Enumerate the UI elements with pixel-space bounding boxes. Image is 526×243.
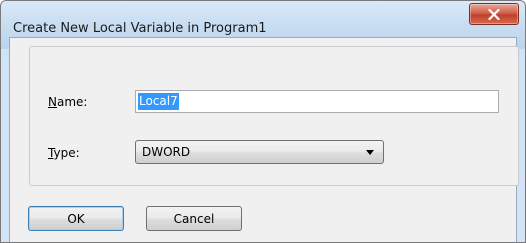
close-icon bbox=[488, 8, 500, 20]
dialog-window: Create New Local Variable in Program1 Na… bbox=[0, 0, 526, 243]
type-dropdown-value: DWORD bbox=[142, 145, 191, 159]
name-input[interactable]: Local7 bbox=[135, 90, 499, 113]
window-title: Create New Local Variable in Program1 bbox=[13, 21, 267, 36]
variable-group-box: Name: Local7 Type: DWORD bbox=[29, 46, 519, 186]
type-dropdown[interactable]: DWORD bbox=[135, 140, 384, 164]
name-label: Name: bbox=[48, 95, 88, 109]
type-label: Type: bbox=[48, 146, 80, 160]
name-input-value: Local7 bbox=[138, 93, 179, 110]
close-button[interactable] bbox=[469, 3, 519, 25]
ok-button[interactable]: OK bbox=[28, 206, 124, 231]
cancel-button[interactable]: Cancel bbox=[146, 206, 242, 231]
dialog-body: Name: Local7 Type: DWORD OK Cancel bbox=[9, 37, 519, 242]
chevron-down-icon bbox=[366, 150, 374, 155]
